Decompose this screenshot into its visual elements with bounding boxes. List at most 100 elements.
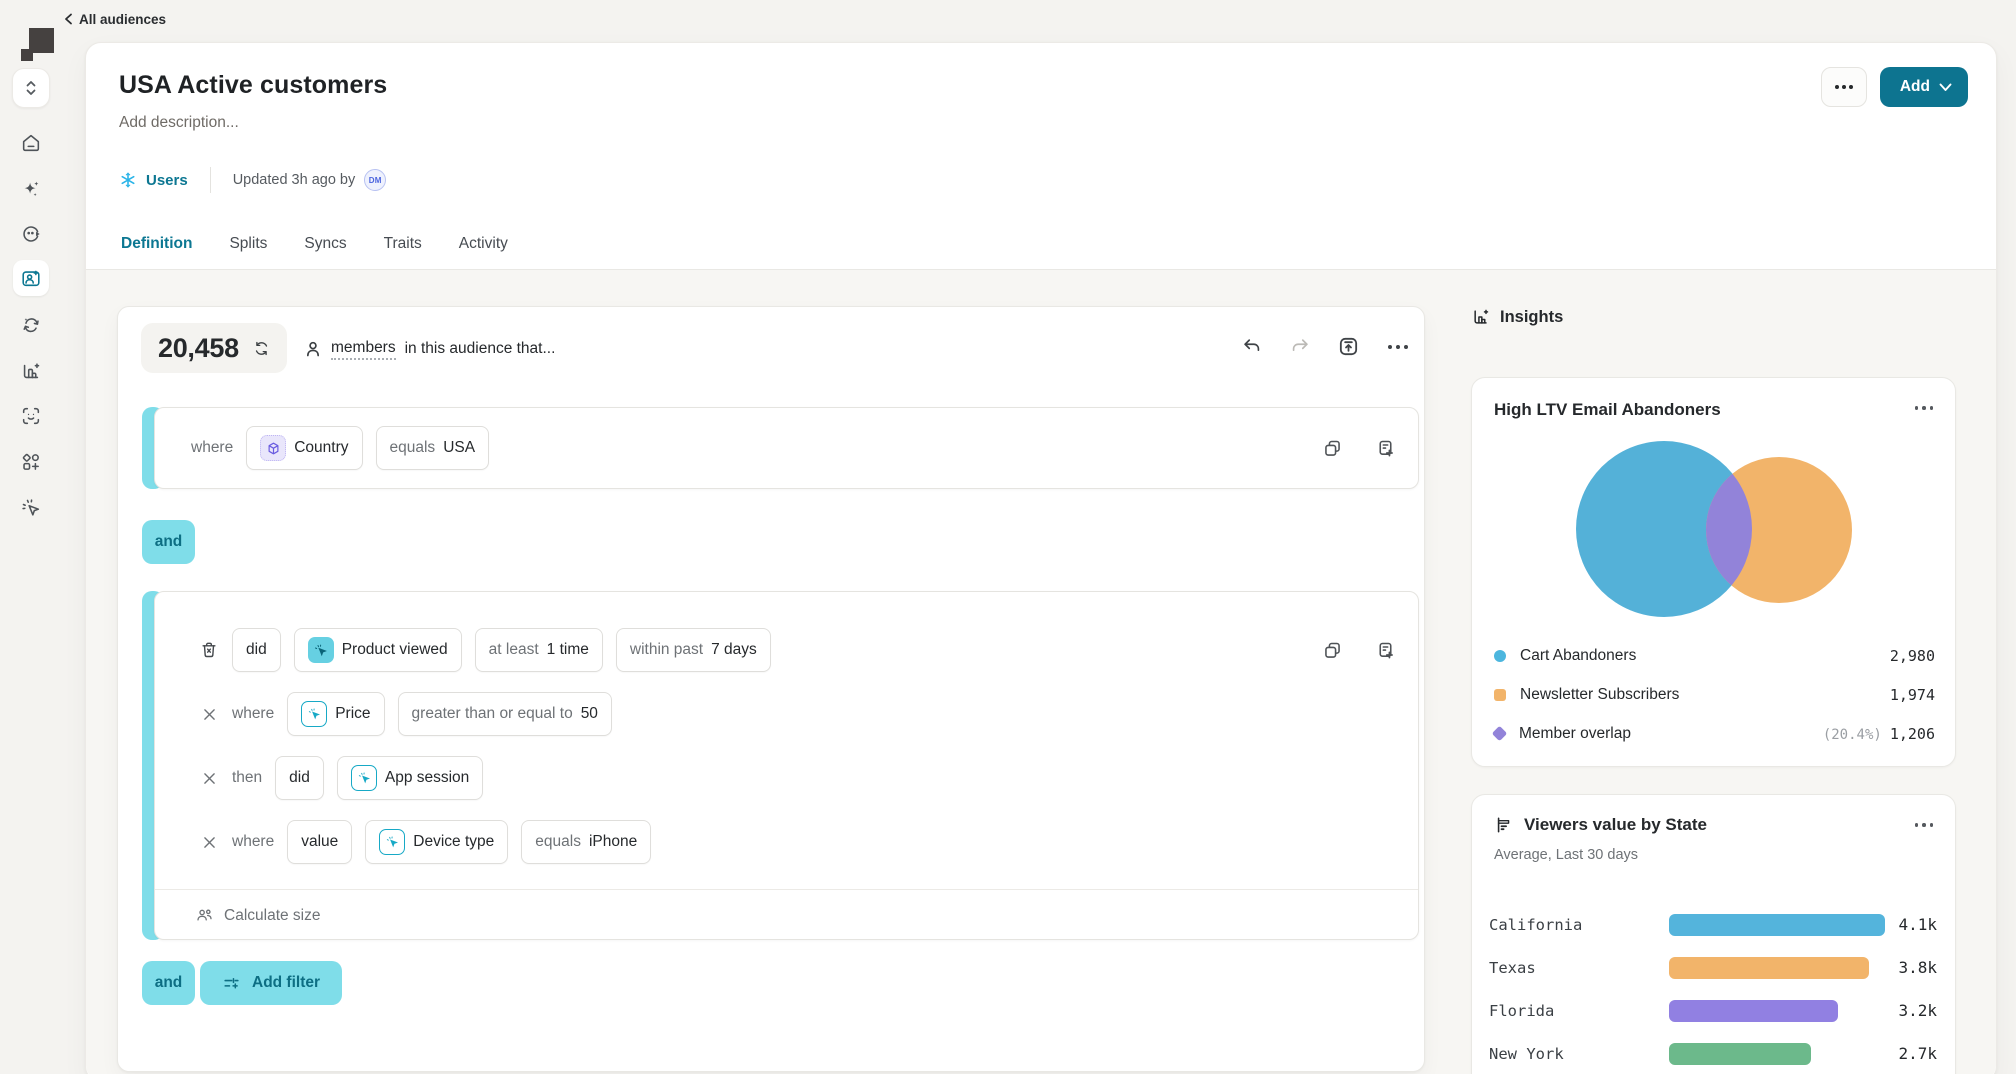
bar-value: 4.1k — [1898, 915, 1937, 934]
condition-prefix: where — [232, 705, 274, 723]
field-button-country[interactable]: Country — [246, 426, 362, 470]
insight-card-venn: High LTV Email Abandoners Cart Abandoner… — [1471, 377, 1956, 767]
field-label: Country — [294, 439, 348, 457]
logo-square-small-icon — [21, 49, 33, 61]
undo-icon[interactable] — [1241, 336, 1263, 358]
person-icon — [304, 340, 322, 358]
value-button[interactable]: value — [287, 820, 352, 864]
field-button-device-type[interactable]: Device type — [365, 820, 508, 864]
tab-syncs[interactable]: Syncs — [302, 229, 348, 270]
and-connector-bottom[interactable]: and — [142, 961, 195, 1005]
updated-text: Updated 3h ago by — [233, 172, 356, 188]
sidebar-item-copilot[interactable] — [0, 490, 62, 526]
event-label: App session — [385, 769, 469, 787]
did-button[interactable]: did — [232, 628, 281, 672]
horizontal-bars-icon — [1494, 815, 1514, 835]
field-label: Price — [335, 705, 370, 723]
save-as-template-icon[interactable] — [1375, 640, 1396, 661]
members-link[interactable]: members — [331, 339, 396, 360]
field-button-price[interactable]: Price — [287, 692, 384, 736]
add-filter-button[interactable]: Add filter — [200, 961, 342, 1005]
legend-value: 2,980 — [1890, 647, 1935, 665]
remove-condition-icon[interactable] — [199, 834, 219, 851]
legend-value: 1,974 — [1890, 686, 1935, 704]
bar-fill — [1669, 957, 1869, 979]
operator-value: iPhone — [589, 833, 637, 851]
event-property-icon — [301, 701, 327, 727]
source-chip[interactable]: Users — [119, 171, 188, 189]
legend-values: (20.4%)1,206 — [1823, 725, 1935, 743]
duplicate-icon[interactable] — [1322, 640, 1343, 661]
builder-more-icon[interactable] — [1386, 341, 1410, 353]
bar-fill — [1669, 1043, 1811, 1065]
sidebar-item-identity-resolution[interactable] — [0, 398, 62, 434]
meta-row: Users Updated 3h ago by DM — [119, 167, 386, 193]
calculate-size-button[interactable]: Calculate size — [155, 889, 1418, 941]
frequency-value: 1 time — [547, 641, 589, 659]
tab-activity[interactable]: Activity — [457, 229, 510, 270]
sparkles-icon — [20, 178, 42, 200]
audience-card-icon — [20, 267, 42, 289]
and-connector[interactable]: and — [142, 520, 195, 564]
sidebar-item-syncs[interactable] — [0, 307, 62, 343]
avatar[interactable]: DM — [364, 169, 386, 191]
condition-group-card: did Product viewed at least 1 time — [142, 591, 1419, 940]
row-actions — [1322, 640, 1418, 661]
face-scan-icon — [20, 405, 42, 427]
sidebar-item-ai-assistant[interactable] — [0, 171, 62, 207]
more-actions-button[interactable] — [1821, 67, 1867, 107]
card-menu-icon[interactable] — [1913, 400, 1936, 416]
insights-panel: Insights High LTV Email Abandoners — [1471, 307, 1956, 327]
app-logo[interactable] — [14, 18, 56, 62]
operator-button-price[interactable]: greater than or equal to 50 — [398, 692, 612, 736]
header-actions: Add — [1821, 67, 1968, 107]
event-button-app-session[interactable]: App session — [337, 756, 483, 800]
breadcrumb[interactable]: All audiences — [64, 8, 166, 30]
insights-chart-icon — [1471, 307, 1491, 327]
bar-fill — [1669, 914, 1885, 936]
tab-traits[interactable]: Traits — [382, 229, 424, 270]
operator-value: USA — [443, 439, 475, 457]
sidebar — [0, 0, 62, 1074]
save-template-icon[interactable] — [1337, 335, 1360, 358]
refresh-icon[interactable] — [253, 340, 270, 357]
description-placeholder[interactable]: Add description... — [119, 114, 239, 132]
tab-splits[interactable]: Splits — [227, 229, 269, 270]
duplicate-icon[interactable] — [1322, 438, 1343, 459]
did-button[interactable]: did — [275, 756, 324, 800]
bar-row: California 4.1k — [1489, 903, 1937, 946]
bar-card-title: Viewers value by State — [1524, 815, 1707, 835]
sidebar-item-analytics[interactable] — [0, 353, 62, 389]
definition-canvas: 20,458 members in this audience that... — [86, 270, 1996, 1074]
frequency-button[interactable]: at least 1 time — [475, 628, 603, 672]
bar-value: 3.8k — [1898, 958, 1937, 977]
time-window-button[interactable]: within past 7 days — [616, 628, 771, 672]
bar-value: 3.2k — [1898, 1001, 1937, 1020]
remove-condition-icon[interactable] — [199, 770, 219, 787]
workspace-switcher-button[interactable] — [12, 68, 50, 108]
delete-event-icon[interactable] — [199, 640, 219, 660]
legend-value: 1,206 — [1890, 725, 1935, 743]
card-menu-icon[interactable] — [1913, 817, 1936, 833]
condition-prefix: where — [232, 833, 274, 851]
sidebar-item-audiences[interactable] — [0, 260, 62, 296]
sidebar-item-journeys[interactable] — [0, 216, 62, 252]
bar-row: Florida 3.2k — [1489, 989, 1937, 1032]
tab-definition[interactable]: Definition — [119, 229, 194, 270]
snowflake-icon — [119, 171, 137, 189]
add-button[interactable]: Add — [1880, 67, 1968, 107]
save-as-template-icon[interactable] — [1375, 438, 1396, 459]
operator-button-country[interactable]: equals USA — [376, 426, 490, 470]
remove-condition-icon[interactable] — [199, 706, 219, 723]
bar-row: New York 2.7k — [1489, 1032, 1937, 1074]
redo-icon[interactable] — [1289, 336, 1311, 358]
event-button-product-viewed[interactable]: Product viewed — [294, 628, 462, 672]
legend-label: Newsletter Subscribers — [1520, 686, 1679, 704]
operator-button-device[interactable]: equals iPhone — [521, 820, 651, 864]
event-cursor-icon — [308, 637, 334, 663]
sidebar-item-integrations[interactable] — [0, 444, 62, 480]
legend-label: Cart Abandoners — [1520, 647, 1636, 665]
operator-label: equals — [535, 833, 581, 851]
sidebar-item-home[interactable] — [0, 125, 62, 161]
filter-icon — [222, 974, 241, 993]
